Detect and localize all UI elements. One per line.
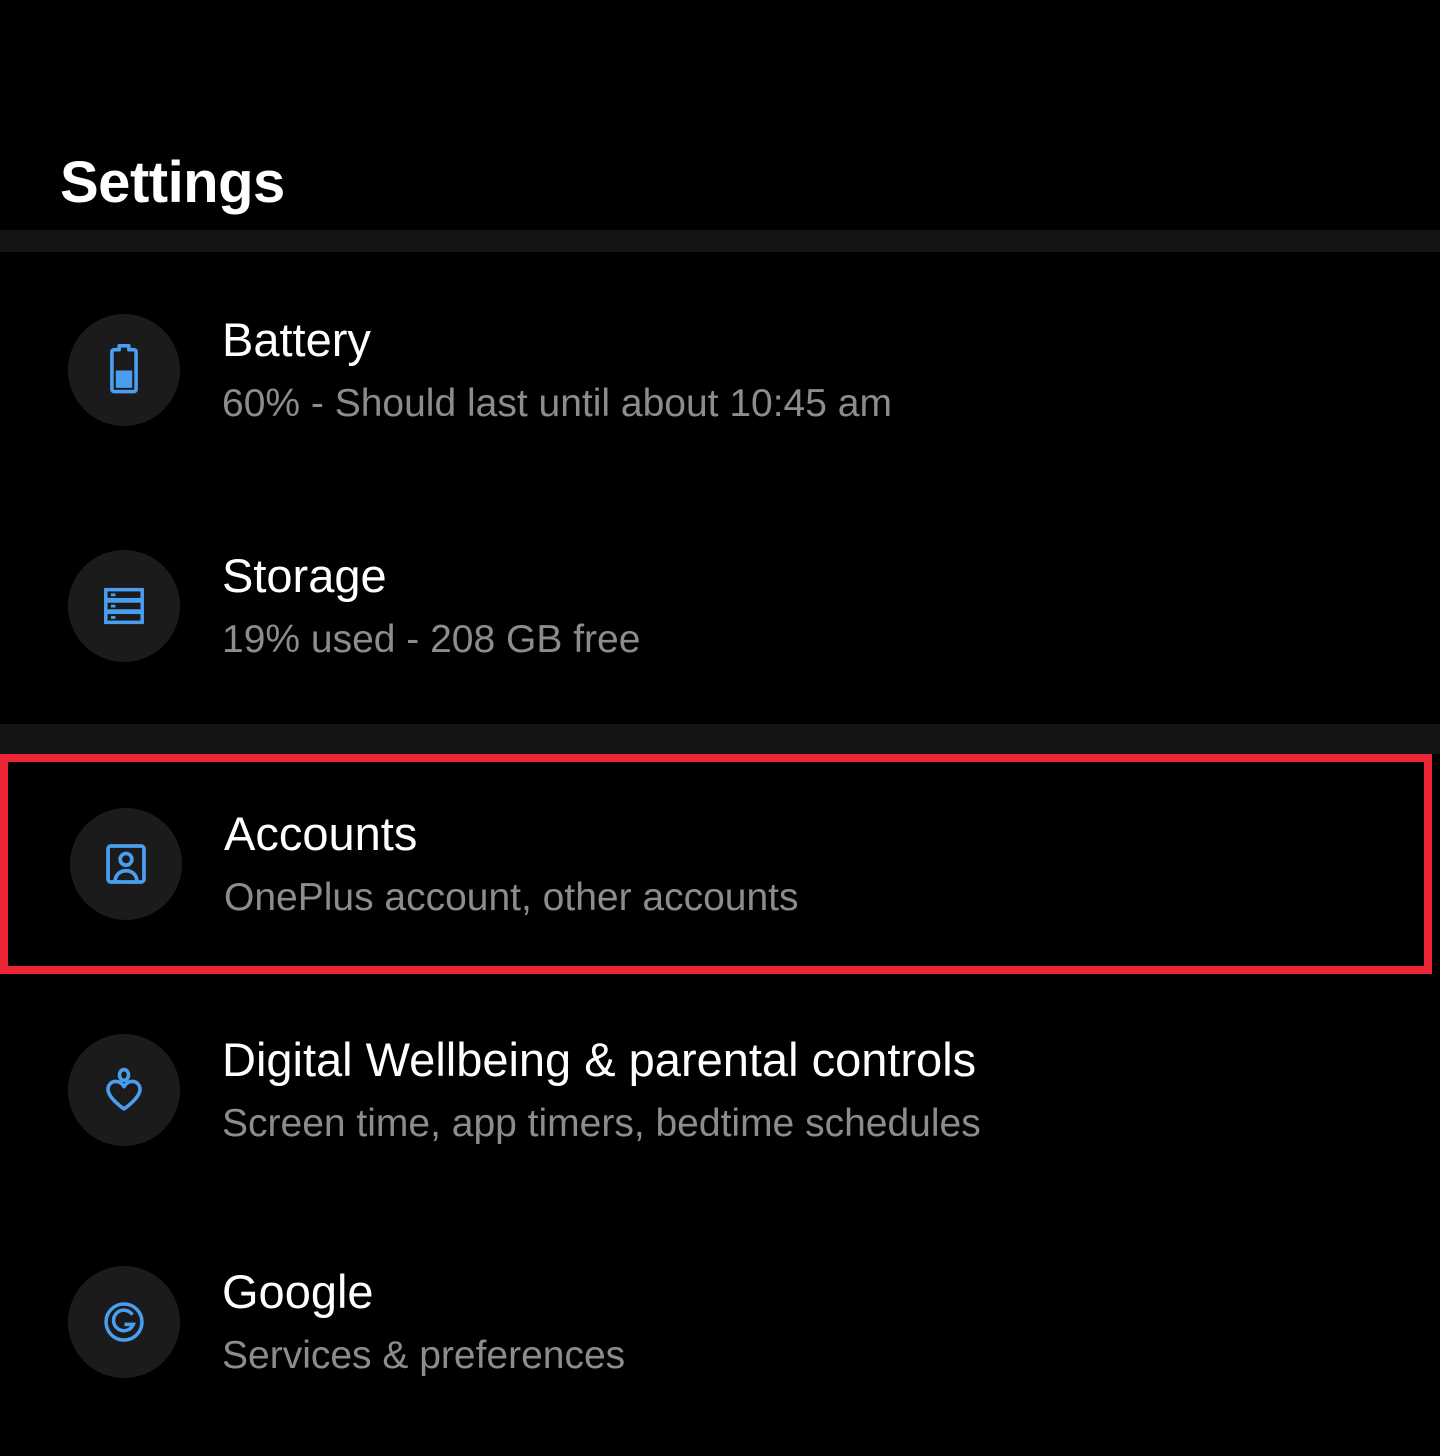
highlight-box-accounts: Accounts OnePlus account, other accounts (0, 754, 1432, 974)
section-divider-top (0, 230, 1440, 252)
settings-row-title: Accounts (224, 806, 418, 860)
settings-row-storage[interactable]: Storage 19% used - 208 GB free (0, 488, 1440, 724)
battery-icon (68, 314, 180, 426)
device-group: Battery 60% - Should last until about 10… (0, 252, 1440, 724)
settings-row-text: Battery 60% - Should last until about 10… (222, 312, 892, 428)
settings-row-title: Storage (222, 548, 387, 602)
section-divider-middle (0, 724, 1440, 754)
settings-row-subtitle: Services & preferences (222, 1334, 626, 1378)
settings-row-battery[interactable]: Battery 60% - Should last until about 10… (0, 252, 1440, 488)
google-g-icon (68, 1266, 180, 1378)
personal-group: Accounts OnePlus account, other accounts… (0, 754, 1440, 1438)
settings-row-title: Battery (222, 312, 371, 366)
account-box-icon (70, 808, 182, 920)
settings-row-text: Storage 19% used - 208 GB free (222, 548, 640, 664)
settings-row-google[interactable]: Google Services & preferences (0, 1206, 1440, 1438)
settings-screen: Settings Battery 60% - Should last until… (0, 0, 1440, 1456)
settings-row-digital-wellbeing[interactable]: Digital Wellbeing & parental controls Sc… (0, 974, 1440, 1206)
settings-row-text: Google Services & preferences (222, 1264, 625, 1380)
settings-row-text: Digital Wellbeing & parental controls Sc… (222, 1032, 981, 1148)
storage-icon (68, 550, 180, 662)
settings-row-subtitle: OnePlus account, other accounts (224, 876, 799, 920)
settings-row-accounts[interactable]: Accounts OnePlus account, other accounts (8, 762, 1424, 966)
app-header: Settings (0, 0, 1440, 230)
settings-row-subtitle: Screen time, app timers, bedtime schedul… (222, 1102, 981, 1146)
settings-row-title: Digital Wellbeing & parental controls (222, 1032, 977, 1086)
digital-wellbeing-icon (68, 1034, 180, 1146)
page-title: Settings (60, 150, 285, 215)
settings-row-subtitle: 19% used - 208 GB free (222, 618, 641, 662)
settings-row-text: Accounts OnePlus account, other accounts (224, 806, 799, 922)
settings-row-title: Google (222, 1264, 374, 1318)
settings-row-subtitle: 60% - Should last until about 10:45 am (222, 382, 892, 426)
